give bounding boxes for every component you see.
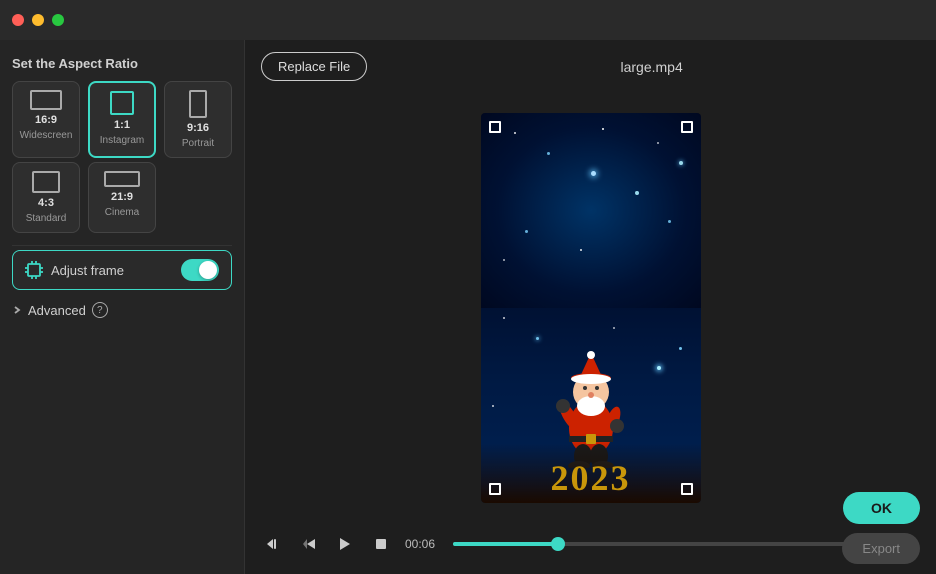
aspect-sub-4-3: Standard [26,213,67,224]
advanced-row[interactable]: Advanced ? [12,298,232,322]
adjust-frame-icon [25,261,43,279]
info-icon[interactable]: ? [92,302,108,318]
aspect-icon-9-16 [189,90,207,118]
aspect-label-21-9: 21:9 [111,191,133,203]
video-bottom-half: 2023 [481,308,701,503]
aspect-label-9-16: 9:16 [187,122,209,134]
aspect-label-4-3: 4:3 [38,197,54,209]
selection-handle-bl[interactable] [489,483,501,495]
aspect-ratio-16-9[interactable]: 16:9 Widescreen [12,81,80,158]
minimize-button[interactable] [32,14,44,26]
stop-button[interactable] [369,532,393,556]
play-button[interactable] [333,532,357,556]
right-panel: Replace File large.mp4 [245,40,936,574]
replace-file-button[interactable]: Replace File [261,52,367,81]
aspect-icon-1-1 [110,91,134,115]
video-area: 2023 [261,93,920,522]
progress-bar[interactable] [453,542,872,546]
top-bar: Replace File large.mp4 [261,52,920,81]
toggle-knob [199,261,217,279]
title-bar [0,0,936,40]
advanced-label: Advanced [28,303,86,318]
aspect-icon-4-3 [32,171,60,193]
adjust-frame-left: Adjust frame [25,261,124,279]
chevron-right-icon [12,305,22,315]
selection-handle-tl[interactable] [489,121,501,133]
aspect-icon-16-9 [30,90,62,110]
maximize-button[interactable] [52,14,64,26]
time-current: 00:06 [405,537,441,551]
aspect-label-16-9: 16:9 [35,114,57,126]
main-layout: Set the Aspect Ratio 16:9 Widescreen 1:1 [0,40,936,574]
adjust-frame-label: Adjust frame [51,263,124,278]
step-back-button[interactable] [261,532,285,556]
divider [12,245,232,246]
video-preview: 2023 [481,113,701,503]
aspect-sub-16-9: Widescreen [20,130,73,141]
aspect-sub-1-1: Instagram [100,135,144,146]
section-title: Set the Aspect Ratio [12,56,232,71]
export-button[interactable]: Export [842,533,920,564]
selection-handle-br[interactable] [681,483,693,495]
aspect-ratio-grid-row2: 4:3 Standard 21:9 Cinema [12,162,232,233]
aspect-ratio-9-16[interactable]: 9:16 Portrait [164,81,232,158]
aspect-ratio-grid-row1: 16:9 Widescreen 1:1 Instagram 9:16 [12,81,232,158]
selection-handle-tr[interactable] [681,121,693,133]
close-button[interactable] [12,14,24,26]
aspect-label-1-1: 1:1 [114,119,130,131]
prev-frame-button[interactable] [297,532,321,556]
adjust-frame-toggle[interactable] [181,259,219,281]
file-name: large.mp4 [383,59,920,75]
aspect-ratio-1-1[interactable]: 1:1 Instagram [88,81,156,158]
progress-thumb[interactable] [551,537,565,551]
stars-top [481,113,701,308]
ok-button[interactable]: OK [843,492,920,524]
aspect-icon-21-9 [104,171,140,187]
aspect-sub-9-16: Portrait [182,138,214,149]
aspect-ratio-21-9[interactable]: 21:9 Cinema [88,162,156,233]
adjust-frame-row[interactable]: Adjust frame [12,250,232,290]
video-top-half [481,113,701,308]
aspect-ratio-4-3[interactable]: 4:3 Standard [12,162,80,233]
aspect-sub-21-9: Cinema [105,207,139,218]
left-panel: Set the Aspect Ratio 16:9 Widescreen 1:1 [0,40,245,574]
progress-fill [453,542,558,546]
controls-bar: 00:06 00:23 [261,522,920,562]
year-display: 2023 [481,443,701,503]
